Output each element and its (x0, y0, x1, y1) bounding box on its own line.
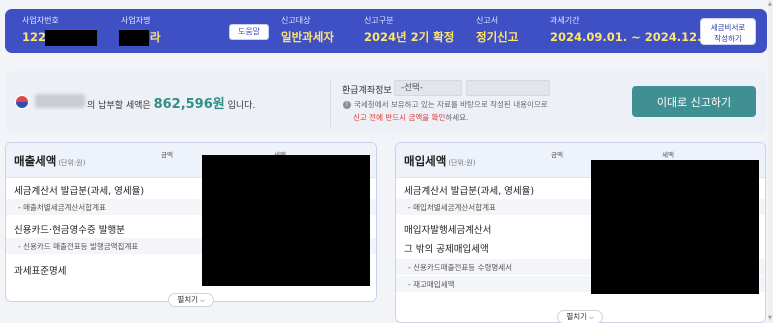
report-header-bar: 사업자번호 122 사업자명 라 도움말 신고대상 일반과세자 신고구분 202… (5, 9, 767, 53)
verify-amount-suffix: 하세요. (445, 113, 469, 122)
purchase-expand-button[interactable]: 펼치기 ⌵ (557, 310, 603, 323)
tax-period-label: 과세기간 (550, 16, 580, 25)
refund-account-input[interactable] (466, 80, 550, 96)
tax-period-value: 2024.09.01. ~ 2024.12.31. (550, 30, 722, 44)
report-target-label: 신고대상 (281, 16, 311, 25)
sales-expand-button[interactable]: 펼치기 ⌵ (168, 293, 214, 307)
report-type-field: 신고서 정기신고 (476, 15, 518, 46)
business-no-label: 사업자번호 (22, 16, 59, 25)
data-source-notice-text: 국세청에서 보유하고 있는 자료를 바탕으로 작성된 내용이므로 (354, 100, 548, 109)
redaction-mask (591, 160, 759, 294)
verify-amount-notice: 신고 전에 반드시 금액을 확인하세요. (353, 112, 468, 123)
submit-report-button[interactable]: 이대로 신고하기 (632, 86, 756, 117)
verify-amount-warning: 신고 전에 반드시 금액을 확인 (353, 113, 446, 122)
payable-tax-prefix: 의 납부할 세액은 (87, 101, 151, 111)
payment-summary-panel: 의 납부할 세액은 862,596원 입니다. 환급계좌정보 -선택- ! 국세청… (5, 71, 767, 133)
scroll-up-icon[interactable]: ▲ (768, 1, 772, 7)
report-target-field: 신고대상 일반과세자 (281, 15, 334, 46)
chevron-down-icon: ⌵ (589, 314, 594, 321)
sales-tax-unit: (단위:원) (58, 159, 86, 167)
report-category-label: 신고구분 (364, 16, 394, 25)
report-category-field: 신고구분 2024년 2기 확정 (364, 15, 454, 46)
refund-bank-select[interactable]: -선택- (394, 80, 462, 96)
redaction-mask (119, 30, 149, 46)
divider (330, 79, 331, 127)
purchase-tax-title: 매입세액 (단위:원) (404, 153, 475, 169)
report-target-value: 일반과세자 (281, 30, 334, 44)
tax-period-field: 과세기간 2024.09.01. ~ 2024.12.31. (550, 15, 722, 46)
purchase-expand-label: 펼치기 (566, 312, 588, 321)
report-category-value: 2024년 2기 확정 (364, 30, 455, 44)
sales-tax-title: 매출세액 (단위:원) (14, 153, 85, 169)
redaction-mask (45, 30, 97, 46)
refund-account-label: 환급계좌정보 (342, 86, 392, 96)
purchase-tax-panel: 매입세액 (단위:원) 금액 세액 세금계산서 발급분(과세, 영세율) - 매입… (395, 142, 766, 323)
sales-tax-title-text: 매출세액 (14, 154, 57, 168)
scroll-down-icon[interactable]: ▼ (768, 315, 772, 321)
redaction-mask (202, 155, 370, 286)
tax-assistant-line1: 세금비서로 (710, 22, 746, 32)
help-button[interactable]: 도움말 (229, 24, 269, 40)
korea-flag-icon (15, 95, 29, 109)
report-type-value: 정기신고 (476, 30, 519, 44)
purchase-tax-title-text: 매입세액 (404, 154, 447, 168)
tax-assistant-button[interactable]: 세금비서로 작성하기 (700, 18, 756, 45)
data-source-notice: ! 국세청에서 보유하고 있는 자료를 바탕으로 작성된 내용이므로 (343, 99, 548, 110)
chevron-down-icon: ⌵ (200, 297, 205, 304)
sales-col-amount: 금액 (161, 151, 173, 159)
business-name-label: 사업자명 (121, 16, 151, 25)
purchase-col-tax: 세액 (662, 151, 674, 159)
payable-tax-text: 의 납부할 세액은 862,596원 입니다. (87, 93, 255, 112)
info-icon: ! (343, 101, 351, 109)
purchase-tax-unit: (단위:원) (448, 159, 476, 167)
report-type-label: 신고서 (476, 16, 499, 25)
tax-assistant-line2: 작성하기 (714, 33, 742, 43)
purchase-col-amount: 금액 (551, 151, 563, 159)
blurred-company-name (35, 94, 85, 108)
page-scrollbar[interactable] (768, 0, 773, 323)
sales-tax-panel: 매출세액(단위:원) 금액 세액 세금계산서 발급분(과세, 영세율) - 매출… (5, 142, 377, 302)
payable-tax-suffix: 입니다. (227, 101, 256, 111)
sales-expand-label: 펼치기 (177, 295, 199, 304)
payable-tax-amount: 862,596원 (153, 97, 225, 112)
